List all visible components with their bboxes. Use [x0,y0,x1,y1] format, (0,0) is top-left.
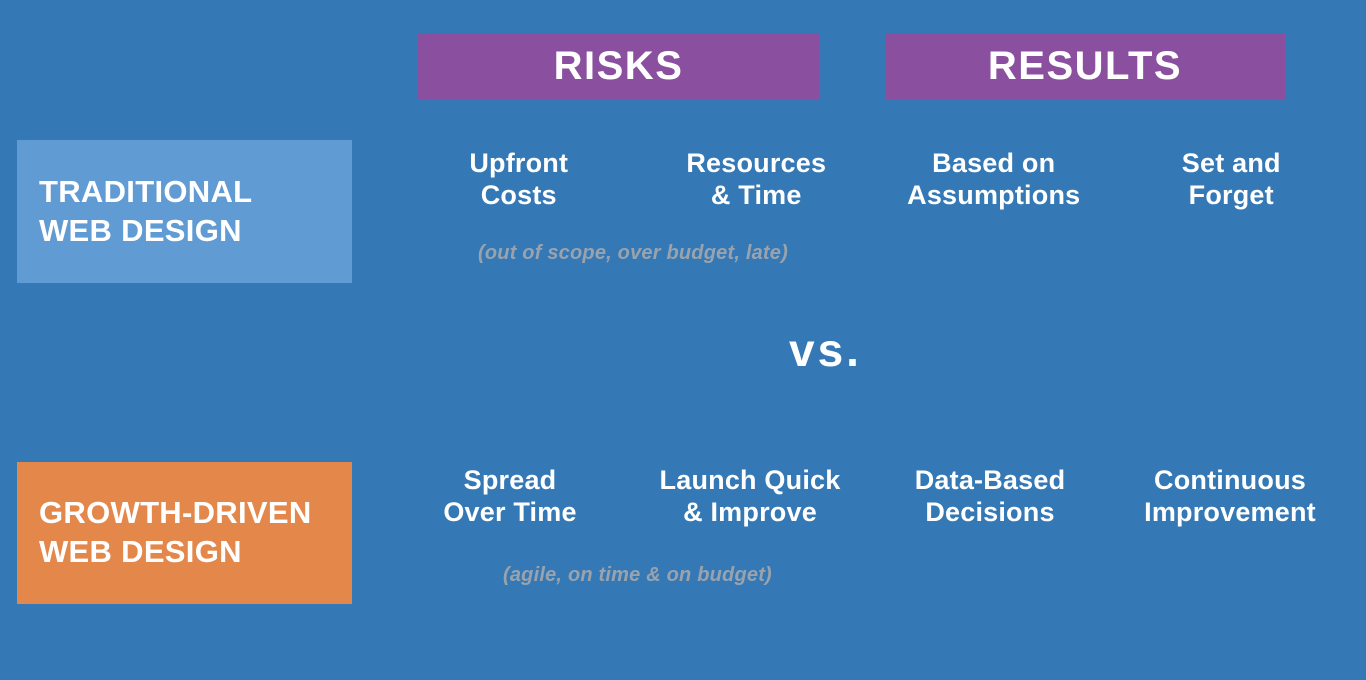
cell-growth-spread-over-time-line2: Over Time [443,496,577,527]
cell-traditional-upfront-costs-line1: Upfront [469,148,569,178]
comparison-slide: RISKS RESULTS TRADITIONAL WEB DESIGN Upf… [0,0,1366,680]
cell-growth-continuous-improvement: Continuous Improvement [1110,465,1350,535]
row-label-traditional-line1: TRADITIONAL [39,173,253,209]
vs-marker: vs. [789,324,862,376]
cell-growth-continuous-improvement-line2: Improvement [1144,496,1316,527]
cell-growth-data-based-decisions: Data-Based Decisions [870,465,1110,535]
cell-growth-launch-quick-improve: Launch Quick & Improve [630,465,870,535]
cell-traditional-upfront-costs-line2: Costs [480,179,557,210]
cell-traditional-based-on-assumptions: Based on Assumptions [875,148,1113,218]
row-label-traditional-line2: WEB DESIGN [39,212,242,248]
cells-row-traditional: Upfront Costs Resources & Time Based on … [400,148,1350,218]
cell-traditional-set-and-forget-line2: Forget [1188,179,1274,210]
cell-growth-launch-quick-improve-line2: & Improve [683,496,817,527]
row-label-growth-line1: GROWTH-DRIVEN [39,495,312,531]
row-label-traditional-web-design: TRADITIONAL WEB DESIGN [17,140,352,283]
cell-growth-launch-quick-improve-line1: Launch Quick [659,465,841,495]
cell-growth-data-based-decisions-line2: Decisions [925,496,1055,527]
cell-growth-data-based-decisions-line1: Data-Based [914,465,1066,495]
column-header-results: RESULTS [885,33,1285,99]
cell-traditional-set-and-forget: Set and Forget [1113,148,1351,218]
column-header-results-label: RESULTS [987,44,1183,88]
column-header-risks: RISKS [418,33,819,99]
cell-growth-continuous-improvement-line1: Continuous [1154,465,1306,495]
cell-growth-spread-over-time: Spread Over Time [390,465,630,535]
row-label-growth-driven-web-design: GROWTH-DRIVEN WEB DESIGN [17,462,352,604]
cell-traditional-resources-time: Resources & Time [638,148,876,218]
cell-traditional-set-and-forget-line1: Set and [1181,148,1281,178]
cell-growth-spread-over-time-line1: Spread [463,465,557,495]
note-growth-driven: (agile, on time & on budget) [503,564,772,586]
cell-traditional-upfront-costs: Upfront Costs [400,148,638,218]
column-header-risks-label: RISKS [553,44,684,88]
cell-traditional-based-on-assumptions-line2: Assumptions [907,179,1081,210]
note-traditional: (out of scope, over budget, late) [478,242,788,264]
cell-traditional-based-on-assumptions-line1: Based on [932,148,1056,178]
cell-traditional-resources-time-line1: Resources [686,148,827,178]
cell-traditional-resources-time-line2: & Time [710,179,802,210]
cells-row-growth-driven: Spread Over Time Launch Quick & Improve … [390,465,1350,535]
row-label-growth-line2: WEB DESIGN [39,534,242,569]
